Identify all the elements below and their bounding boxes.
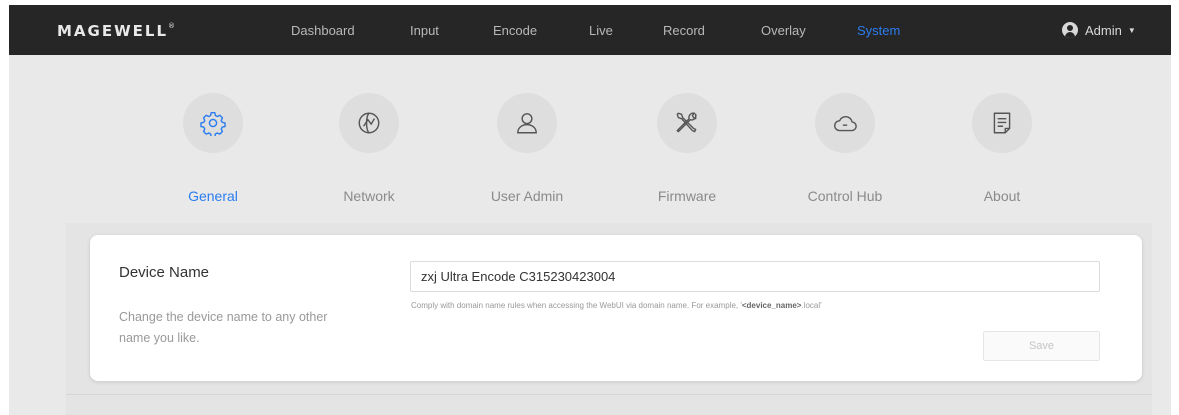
category-user-admin-circle (497, 93, 557, 153)
gear-icon (200, 112, 226, 136)
category-about-circle (972, 93, 1032, 153)
device-name-card: Device Name Change the device name to an… (90, 235, 1142, 381)
caret-down-icon: ▼ (1127, 25, 1136, 35)
nav-live[interactable]: Live (589, 23, 613, 38)
top-navigation-bar: MAGEWELL® Dashboard Input Encode Live Re… (9, 5, 1171, 55)
device-name-description: Change the device name to any other name… (119, 310, 328, 345)
nav-system[interactable]: System (857, 23, 900, 38)
category-general[interactable]: General (153, 85, 273, 215)
panel-divider (66, 394, 1152, 395)
document-icon (993, 112, 1011, 134)
category-label: General (188, 188, 238, 204)
category-network-circle (339, 93, 399, 153)
category-label: Firmware (657, 188, 717, 204)
device-name-title: Device Name (119, 264, 210, 281)
nav-input[interactable]: Input (410, 23, 439, 38)
user-icon (517, 113, 537, 134)
nav-record[interactable]: Record (663, 23, 705, 38)
save-button[interactable]: Save (983, 331, 1100, 361)
nav-encode[interactable]: Encode (493, 23, 537, 38)
category-firmware-circle (657, 93, 717, 153)
nav-overlay[interactable]: Overlay (761, 23, 806, 38)
magewell-logo: MAGEWELL® (57, 22, 176, 40)
category-general-circle (183, 93, 243, 153)
user-name: Admin (1085, 22, 1122, 38)
category-control-hub[interactable]: Control Hub (785, 85, 905, 215)
domain-name-hint: Comply with domain name rules when acces… (411, 301, 822, 310)
category-control-hub-circle (815, 93, 875, 153)
network-icon (358, 112, 380, 134)
category-about[interactable]: About (942, 85, 1062, 215)
cloud-icon (834, 115, 857, 132)
category-label: About (983, 188, 1021, 204)
category-label: Network (343, 188, 395, 204)
app-window: MAGEWELL® Dashboard Input Encode Live Re… (9, 5, 1171, 415)
category-network[interactable]: Network (309, 85, 429, 215)
category-firmware[interactable]: Firmware (627, 85, 747, 215)
nav-dashboard[interactable]: Dashboard (291, 23, 355, 38)
user-icon (1062, 22, 1078, 38)
category-label: User Admin (490, 188, 564, 204)
category-user-admin[interactable]: User Admin (467, 85, 587, 215)
tools-icon (676, 112, 697, 133)
category-label: Control Hub (807, 188, 883, 204)
device-name-input[interactable] (410, 261, 1100, 292)
user-menu[interactable]: Admin ▼ (1062, 21, 1136, 39)
